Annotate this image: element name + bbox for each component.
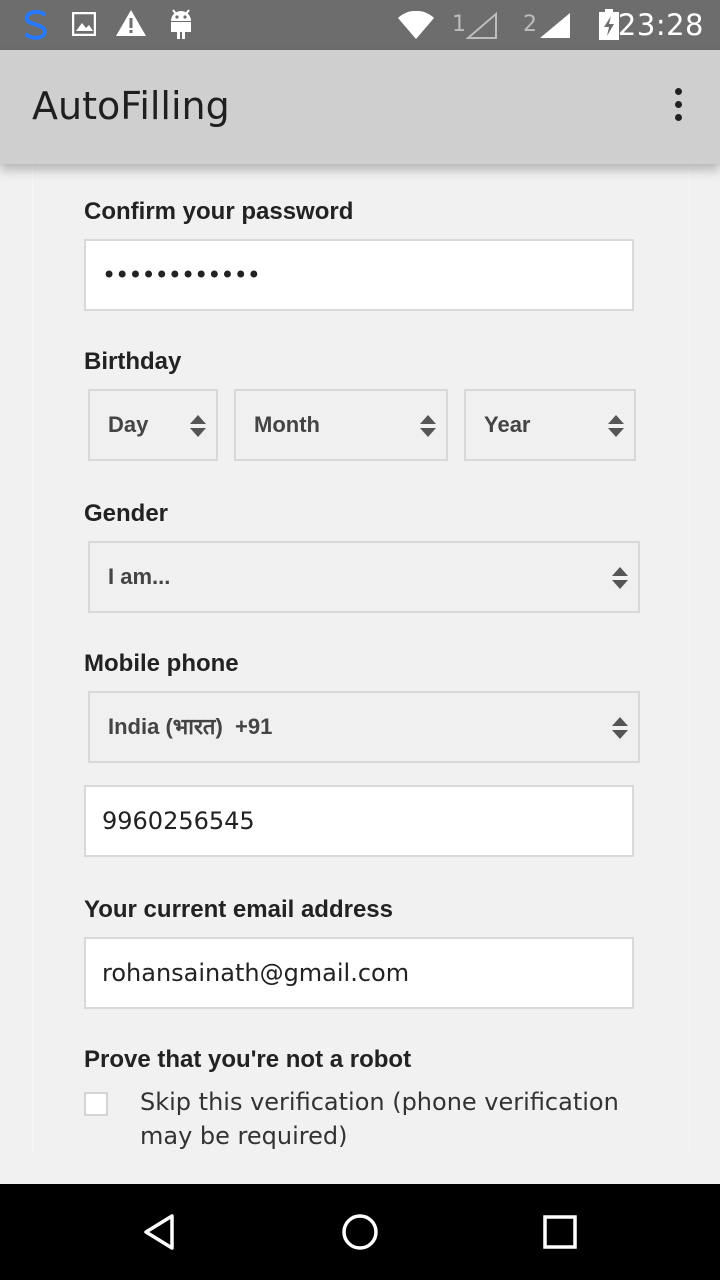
- warning-icon: [116, 10, 146, 36]
- birthday-label: Birthday: [84, 348, 182, 375]
- country-code-value: India (भारत) +91: [108, 714, 273, 739]
- birthday-day-value: Day: [108, 412, 149, 437]
- back-icon[interactable]: [140, 1212, 180, 1252]
- email-label: Your current email address: [84, 896, 393, 923]
- sim2-label: 2: [523, 12, 537, 37]
- birthday-month-select[interactable]: Month: [234, 389, 448, 461]
- select-arrows-icon: [612, 717, 628, 741]
- select-arrows-icon: [608, 415, 624, 439]
- android-icon: [171, 9, 191, 39]
- phone-number-field[interactable]: 9960256545: [84, 785, 634, 857]
- signup-form-scroll[interactable]: Confirm your password •••••••••••• Birth…: [0, 164, 720, 1184]
- clock: 23:28: [617, 8, 704, 42]
- birthday-year-select[interactable]: Year: [464, 389, 636, 461]
- birthday-year-value: Year: [484, 412, 531, 437]
- recents-icon[interactable]: [541, 1212, 579, 1252]
- select-arrows-icon: [190, 415, 206, 439]
- birthday-month-value: Month: [254, 412, 320, 437]
- confirm-password-label: Confirm your password: [84, 198, 354, 225]
- select-arrows-icon: [612, 567, 628, 591]
- skip-verification-checkbox[interactable]: [84, 1092, 108, 1116]
- gender-value: I am...: [108, 564, 171, 589]
- navigation-bar: [0, 1184, 720, 1280]
- app-title: AutoFilling: [32, 84, 230, 128]
- home-icon[interactable]: [340, 1212, 380, 1252]
- image-icon: [72, 12, 96, 36]
- country-code-select[interactable]: India (भारत) +91: [88, 691, 640, 763]
- app-bar: AutoFilling: [0, 50, 720, 164]
- skip-verification-label: Skip this verification (phone verificati…: [140, 1088, 619, 1150]
- confirm-password-field[interactable]: ••••••••••••: [84, 239, 634, 311]
- sim1-label: 1: [452, 12, 466, 37]
- email-field[interactable]: rohansainath@gmail.com: [84, 937, 634, 1009]
- signal-icon: [540, 13, 570, 38]
- signal-icon: [466, 12, 497, 39]
- sync-icon: [25, 9, 47, 40]
- status-bar: 1 2 23:28: [0, 0, 720, 50]
- battery-charging-icon: [599, 9, 619, 40]
- gender-select[interactable]: I am...: [88, 541, 640, 613]
- wifi-icon: [398, 11, 434, 39]
- birthday-day-select[interactable]: Day: [88, 389, 218, 461]
- select-arrows-icon: [420, 415, 436, 439]
- mobile-phone-label: Mobile phone: [84, 650, 239, 677]
- more-vert-icon[interactable]: [666, 88, 690, 128]
- gender-label: Gender: [84, 500, 169, 527]
- robot-label: Prove that you're not a robot: [84, 1046, 412, 1073]
